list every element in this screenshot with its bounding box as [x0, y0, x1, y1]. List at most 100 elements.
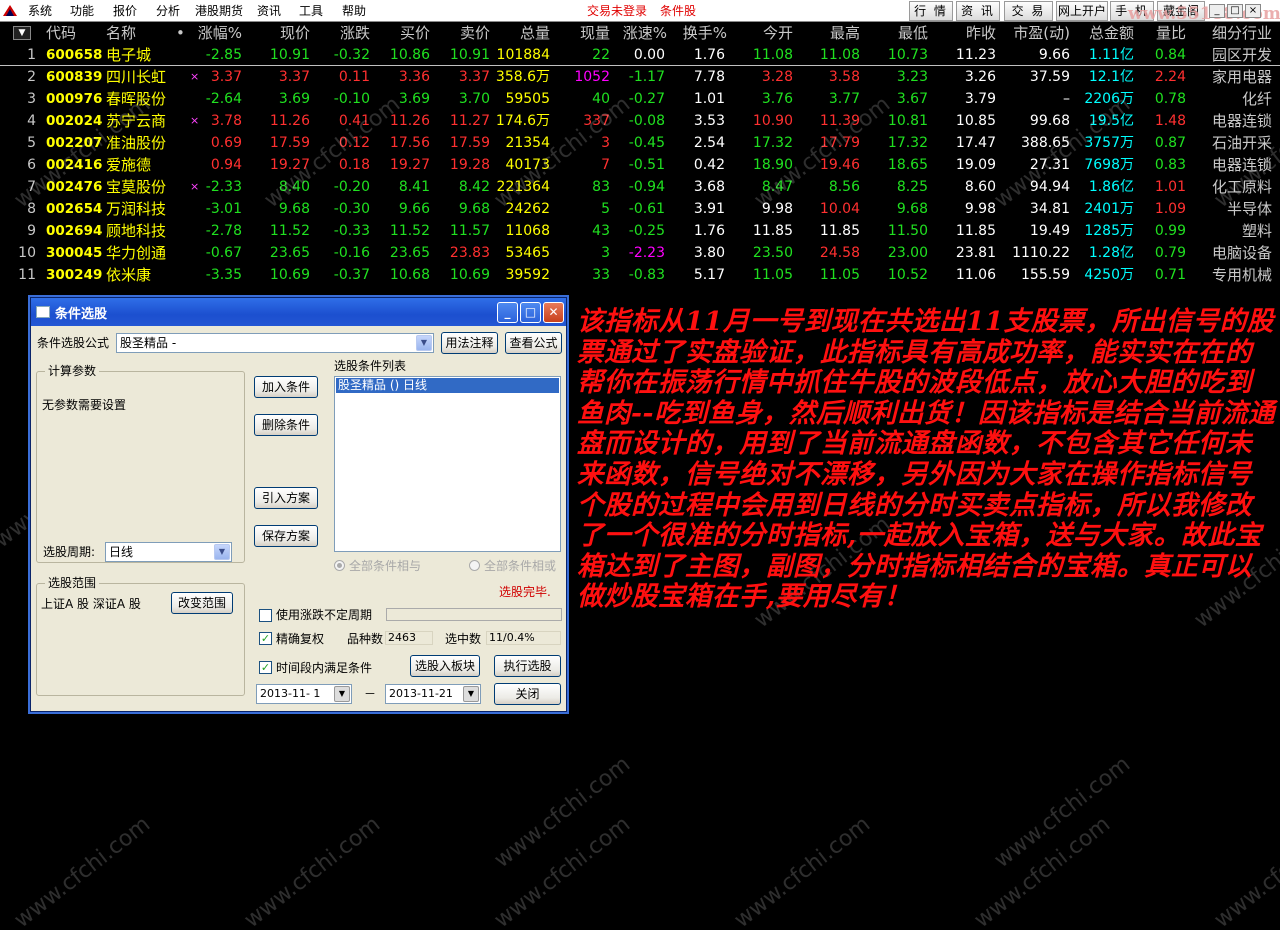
- col-mark[interactable]: •: [176, 24, 185, 42]
- prev-close: 23.81: [955, 245, 996, 261]
- open: 11.85: [752, 223, 793, 239]
- ask: 10.69: [449, 267, 490, 283]
- watermark-text: www.cfchi.com: [489, 811, 636, 930]
- col-pe[interactable]: 市盈(动): [1000, 24, 1070, 42]
- top-btn-trade[interactable]: 交 易: [1004, 1, 1053, 21]
- period-select[interactable]: 日线 ▼: [105, 542, 232, 562]
- condition-list[interactable]: 股圣精品 () 日线: [334, 376, 561, 552]
- menu-function[interactable]: 功能: [70, 3, 94, 19]
- total-volume: 39592: [490, 266, 550, 284]
- top-btn-market[interactable]: 行 情: [909, 1, 953, 21]
- menu-hk-futures[interactable]: 港股期货: [195, 3, 243, 19]
- save-plan-button[interactable]: 保存方案: [254, 525, 318, 547]
- col-change-pct[interactable]: 涨幅%: [190, 24, 242, 42]
- calendar-dropdown-icon[interactable]: ▼: [334, 686, 350, 702]
- chk-exact-adjust[interactable]: ✓: [259, 632, 272, 645]
- formula-select[interactable]: 股圣精品 - ▼: [116, 333, 434, 353]
- delete-condition-button[interactable]: 删除条件: [254, 414, 318, 436]
- table-row[interactable]: 3 000976 春晖股份 -2.64 3.69 -0.10 3.69 3.70 40 -0.27…: [0, 88, 1280, 110]
- run-screening-button[interactable]: 执行选股: [494, 655, 561, 677]
- col-turnover[interactable]: 换手%: [675, 24, 727, 42]
- table-row[interactable]: 10 300045 华力创通 -0.67 23.65 -0.16 23.65 23.83 3 -2…: [0, 242, 1280, 264]
- usage-notes-button[interactable]: 用法注释: [441, 332, 498, 354]
- col-industry[interactable]: 细分行业: [1198, 24, 1272, 42]
- radio-all-or[interactable]: [469, 560, 480, 571]
- dialog-maximize-icon[interactable]: □: [520, 302, 541, 323]
- condition-list-item[interactable]: 股圣精品 () 日线: [336, 378, 559, 393]
- col-low[interactable]: 最低: [878, 24, 928, 42]
- table-row[interactable]: 9 002694 顾地科技 -2.78 11.52 -0.33 11.52 11.57 43 -0…: [0, 220, 1280, 242]
- menu-bar: 系统 功能 报价 分析 港股期货 资讯 工具 帮助 交易未登录 条件股 行 情 …: [0, 0, 1280, 24]
- volume-ratio: 0.84: [1154, 47, 1186, 63]
- col-price[interactable]: 现价: [260, 24, 310, 42]
- table-row[interactable]: 11 300249 依米康 -3.35 10.69 -0.37 10.68 10.69 33 -0…: [0, 264, 1280, 286]
- table-row[interactable]: 6 002416 爱施德 0.94 19.27 0.18 19.27 19.28 7 -0.51 0…: [0, 154, 1280, 176]
- formula-label: 条件选股公式: [37, 336, 110, 350]
- menu-tools[interactable]: 工具: [299, 3, 323, 19]
- stock-name: 四川长虹: [106, 68, 167, 86]
- chk-time-range-label: 时间段内满足条件: [276, 661, 373, 675]
- open: 17.32: [752, 135, 793, 151]
- dialog-minimize-icon[interactable]: _: [497, 302, 518, 323]
- chevron-down-icon[interactable]: ▼: [416, 335, 432, 351]
- top-btn-open-account[interactable]: 网上开户: [1056, 1, 1108, 21]
- bid: 10.68: [389, 267, 430, 283]
- dialog-window-icon: [36, 306, 50, 318]
- menu-system[interactable]: 系统: [28, 3, 52, 19]
- radio-all-and[interactable]: [334, 560, 345, 571]
- close-icon[interactable]: ×: [1245, 4, 1261, 18]
- col-volume[interactable]: 总量: [500, 24, 550, 42]
- view-formula-button[interactable]: 查看公式: [505, 332, 562, 354]
- dialog-close-icon[interactable]: ✕: [543, 302, 564, 323]
- col-volume-ratio[interactable]: 量比: [1140, 24, 1186, 42]
- date-from-picker[interactable]: 2013-11- 1 ▼: [256, 684, 352, 704]
- ask: 11.27: [449, 113, 490, 129]
- col-change[interactable]: 涨跌: [320, 24, 370, 42]
- restore-icon[interactable]: □: [1227, 4, 1243, 18]
- row-index: 10: [18, 245, 36, 261]
- chevron-down-icon[interactable]: ▼: [214, 544, 230, 560]
- dialog-title-bar[interactable]: 条件选股 _ □ ✕: [31, 298, 566, 326]
- col-ask[interactable]: 卖价: [440, 24, 490, 42]
- close-dialog-button[interactable]: 关闭: [494, 683, 561, 705]
- change-pct: -3.01: [205, 201, 242, 217]
- total-volume: 53465: [490, 244, 550, 262]
- ask: 10.91: [449, 47, 490, 63]
- col-high[interactable]: 最高: [810, 24, 860, 42]
- chk-uncertain-period[interactable]: [259, 609, 272, 622]
- low: 10.52: [887, 267, 928, 283]
- table-row[interactable]: 2 600839 四川长虹 × 3.37 3.37 0.11 3.36 3.37 1052 -1.1…: [0, 66, 1280, 88]
- menu-help[interactable]: 帮助: [342, 3, 366, 19]
- column-menu-icon[interactable]: ▼: [13, 26, 31, 40]
- calendar-dropdown-icon[interactable]: ▼: [463, 686, 479, 702]
- table-row[interactable]: 7 002476 宝莫股份 × -2.33 8.40 -0.20 8.41 8.42 83 -0.9…: [0, 176, 1280, 198]
- table-row[interactable]: 8 002654 万润科技 -3.01 9.68 -0.30 9.66 9.68 5 -0.61 3…: [0, 198, 1280, 220]
- change-range-button[interactable]: 改变范围: [171, 592, 233, 614]
- col-code[interactable]: 代码: [46, 24, 76, 42]
- col-bid[interactable]: 买价: [380, 24, 430, 42]
- col-cur-volume[interactable]: 现量: [560, 24, 610, 42]
- prev-close: 17.47: [955, 135, 996, 151]
- table-row[interactable]: 1 600658 电子城 -2.85 10.91 -0.32 10.86 10.91 22 0.0…: [0, 44, 1280, 66]
- col-open[interactable]: 今开: [743, 24, 793, 42]
- menu-quote[interactable]: 报价: [113, 3, 137, 19]
- col-name[interactable]: 名称: [106, 24, 136, 42]
- bid: 10.86: [389, 47, 430, 63]
- industry: 专用机械: [1211, 266, 1272, 284]
- col-amount[interactable]: 总金额: [1076, 24, 1134, 42]
- menu-analysis[interactable]: 分析: [156, 3, 180, 19]
- minimize-icon[interactable]: _: [1209, 4, 1225, 18]
- add-condition-button[interactable]: 加入条件: [254, 376, 318, 398]
- price: 11.26: [269, 113, 310, 129]
- stock-code: 002694: [46, 223, 103, 239]
- to-board-button[interactable]: 选股入板块: [410, 655, 480, 677]
- change-pct: 3.37: [210, 69, 242, 85]
- import-plan-button[interactable]: 引入方案: [254, 487, 318, 509]
- top-btn-news[interactable]: 资 讯: [956, 1, 1000, 21]
- menu-info[interactable]: 资讯: [257, 3, 281, 19]
- col-speed[interactable]: 涨速%: [615, 24, 667, 42]
- chk-time-range[interactable]: ✓: [259, 661, 272, 674]
- change: 0.11: [338, 69, 370, 85]
- date-to-picker[interactable]: 2013-11-21 ▼: [385, 684, 481, 704]
- col-prev-close[interactable]: 昨收: [946, 24, 996, 42]
